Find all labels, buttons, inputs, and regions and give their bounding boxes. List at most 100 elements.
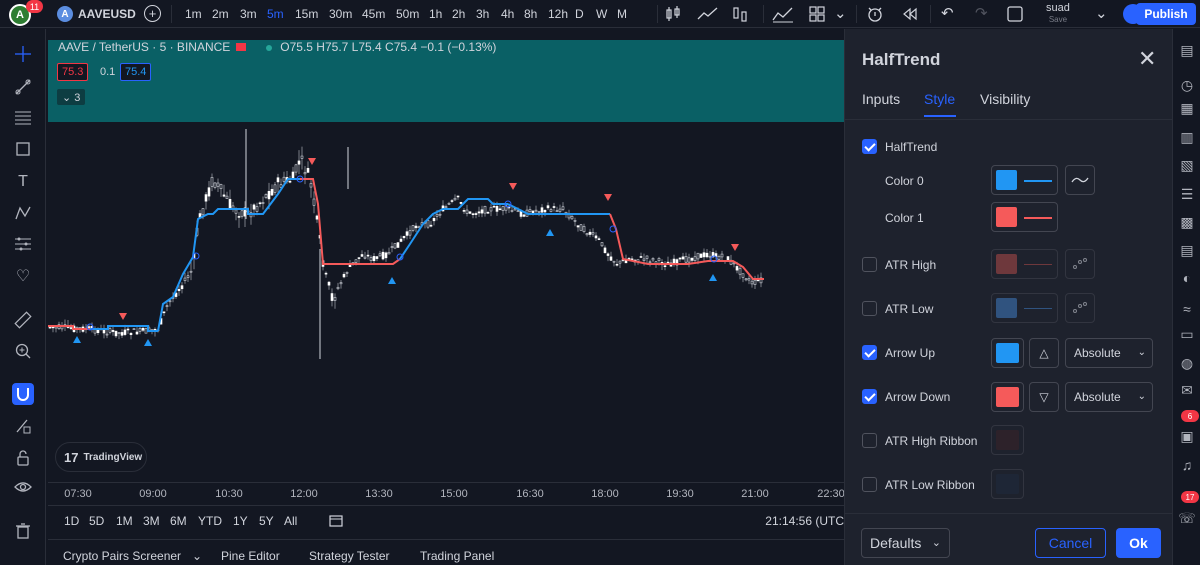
close-icon[interactable]: ✕ bbox=[1138, 48, 1156, 70]
watchlist-icon[interactable]: ▤ bbox=[1178, 41, 1196, 59]
magnet-icon[interactable] bbox=[12, 383, 34, 405]
screener-icon[interactable]: ▤ bbox=[1178, 241, 1196, 259]
timeframe-2m[interactable]: 2m bbox=[212, 7, 229, 21]
ruler-icon[interactable] bbox=[12, 309, 34, 331]
range-5y[interactable]: 5Y bbox=[259, 514, 274, 528]
pattern-icon[interactable] bbox=[12, 202, 34, 224]
templates-icon[interactable] bbox=[808, 5, 826, 28]
timeframe-5m[interactable]: 5m bbox=[267, 7, 284, 21]
timeframe-4h[interactable]: 4h bbox=[501, 7, 514, 21]
atr-low-ribbon-color-picker[interactable] bbox=[991, 469, 1024, 499]
range-all[interactable]: All bbox=[284, 514, 297, 528]
timeframe-m[interactable]: M bbox=[617, 7, 627, 21]
timeframe-d[interactable]: D bbox=[575, 7, 584, 21]
text-icon[interactable]: T bbox=[12, 171, 34, 193]
eye-icon[interactable] bbox=[12, 476, 34, 498]
undo-icon[interactable]: ↶ bbox=[941, 5, 954, 23]
indicators-icon[interactable] bbox=[772, 5, 794, 28]
bars-chart-type-icon[interactable] bbox=[731, 5, 749, 28]
range-6m[interactable]: 6M bbox=[170, 514, 187, 528]
arrow-down-color-picker[interactable] bbox=[991, 382, 1024, 412]
data-window-icon[interactable]: ▦ bbox=[1178, 99, 1196, 117]
triangle-up-icon[interactable]: △ bbox=[1029, 338, 1059, 368]
timeframe-8h[interactable]: 8h bbox=[524, 7, 537, 21]
chevron-down-icon[interactable]: ⌄ bbox=[1095, 5, 1108, 23]
timeframe-w[interactable]: W bbox=[596, 7, 607, 21]
notifications-icon[interactable]: ▣ bbox=[1178, 427, 1196, 445]
time-axis[interactable]: 07:30 09:00 10:30 12:00 13:30 15:00 16:30 18:00… bbox=[48, 482, 844, 505]
range-1m[interactable]: 1M bbox=[116, 514, 133, 528]
broadcast-icon[interactable]: ≈ bbox=[1178, 300, 1196, 318]
timeframe-50m[interactable]: 50m bbox=[396, 7, 419, 21]
halftrend-checkbox[interactable] bbox=[862, 139, 877, 154]
price-chart[interactable] bbox=[48, 29, 844, 482]
lock-icon[interactable] bbox=[12, 447, 34, 469]
streams-icon[interactable]: ◍ bbox=[1178, 354, 1196, 372]
timeframe-3h[interactable]: 3h bbox=[476, 7, 489, 21]
ok-button[interactable]: Ok bbox=[1116, 528, 1161, 558]
tab-style[interactable]: Style bbox=[924, 91, 955, 107]
market-icon[interactable]: ◐ bbox=[1178, 269, 1196, 287]
arrow-down-checkbox[interactable] bbox=[862, 389, 877, 404]
atr-high-checkbox[interactable] bbox=[862, 257, 877, 272]
arrow-up-location-select[interactable]: Absolute ⌄ bbox=[1065, 338, 1153, 368]
timeframe-15m[interactable]: 15m bbox=[295, 7, 318, 21]
trend-line-icon[interactable] bbox=[12, 76, 34, 98]
trash-icon[interactable] bbox=[12, 520, 34, 542]
news-icon[interactable]: ▩ bbox=[1178, 213, 1196, 231]
rectangle-icon[interactable] bbox=[12, 138, 34, 160]
alert-icon[interactable] bbox=[866, 5, 884, 28]
symbol-search-button[interactable]: AAVEUSD bbox=[78, 7, 136, 21]
color0-picker[interactable] bbox=[991, 165, 1058, 195]
defaults-dropdown[interactable]: Defaults ⌄ bbox=[861, 528, 950, 558]
atr-low-picker[interactable] bbox=[991, 293, 1058, 323]
tab-strategy-tester[interactable]: Strategy Tester bbox=[309, 549, 389, 563]
atr-low-ribbon-checkbox[interactable] bbox=[862, 477, 877, 492]
calendar-icon[interactable]: ▧ bbox=[1178, 156, 1196, 174]
timezone-clock[interactable]: 21:14:56 (UTC bbox=[765, 514, 844, 528]
timeframe-45m[interactable]: 45m bbox=[362, 7, 385, 21]
atr-high-picker[interactable] bbox=[991, 249, 1058, 279]
layout-icon[interactable] bbox=[1006, 5, 1024, 28]
arrow-down-location-select[interactable]: Absolute ⌄ bbox=[1065, 382, 1153, 412]
tradingview-logo[interactable]: 17 TradingView bbox=[55, 442, 147, 472]
tab-inputs[interactable]: Inputs bbox=[862, 91, 900, 107]
tab-crypto-pairs-screener[interactable]: Crypto Pairs Screener bbox=[63, 549, 181, 563]
chevron-down-icon[interactable]: ⌄ bbox=[192, 549, 202, 563]
plot-style-icon[interactable] bbox=[1065, 249, 1095, 279]
tab-visibility[interactable]: Visibility bbox=[980, 91, 1030, 107]
help-icon[interactable]: ☏ bbox=[1178, 509, 1196, 527]
replay-icon[interactable] bbox=[901, 5, 919, 28]
compare-symbol-icon[interactable]: + bbox=[144, 5, 161, 22]
heart-icon[interactable]: ♡ bbox=[12, 265, 34, 287]
timeframe-2h[interactable]: 2h bbox=[452, 7, 465, 21]
zoom-in-icon[interactable] bbox=[12, 340, 34, 362]
goto-date-icon[interactable] bbox=[328, 514, 344, 531]
cancel-button[interactable]: Cancel bbox=[1035, 528, 1106, 558]
prediction-icon[interactable] bbox=[12, 233, 34, 255]
publish-button[interactable]: Publish bbox=[1136, 3, 1196, 25]
chevron-down-icon[interactable]: ⌄ bbox=[834, 5, 847, 23]
user-menu[interactable]: suad Save bbox=[1046, 3, 1070, 25]
tab-pine-editor[interactable]: Pine Editor bbox=[221, 549, 280, 563]
chat-icon[interactable]: ▭ bbox=[1178, 325, 1196, 343]
timeframe-1m[interactable]: 1m bbox=[185, 7, 202, 21]
alerts-clock-icon[interactable]: ◷ bbox=[1178, 76, 1196, 94]
arrow-up-checkbox[interactable] bbox=[862, 345, 877, 360]
triangle-down-icon[interactable]: ▽ bbox=[1029, 382, 1059, 412]
range-5d[interactable]: 5D bbox=[89, 514, 104, 528]
messages-icon[interactable]: ✉ bbox=[1178, 381, 1196, 399]
redo-icon[interactable]: ↷ bbox=[975, 5, 988, 23]
timeframe-30m[interactable]: 30m bbox=[329, 7, 352, 21]
hotlist-icon[interactable]: ▥ bbox=[1178, 128, 1196, 146]
line-chart-type-icon[interactable] bbox=[697, 5, 719, 28]
atr-high-ribbon-color-picker[interactable] bbox=[991, 425, 1024, 455]
range-1y[interactable]: 1Y bbox=[233, 514, 248, 528]
ideas-icon[interactable]: ☰ bbox=[1178, 185, 1196, 203]
bell-icon[interactable]: ♫ bbox=[1178, 456, 1196, 474]
plot-style-icon[interactable] bbox=[1065, 293, 1095, 323]
timeframe-1h[interactable]: 1h bbox=[429, 7, 442, 21]
atr-high-ribbon-checkbox[interactable] bbox=[862, 433, 877, 448]
timeframe-3m[interactable]: 3m bbox=[240, 7, 257, 21]
lock-drawing-icon[interactable] bbox=[12, 415, 34, 437]
